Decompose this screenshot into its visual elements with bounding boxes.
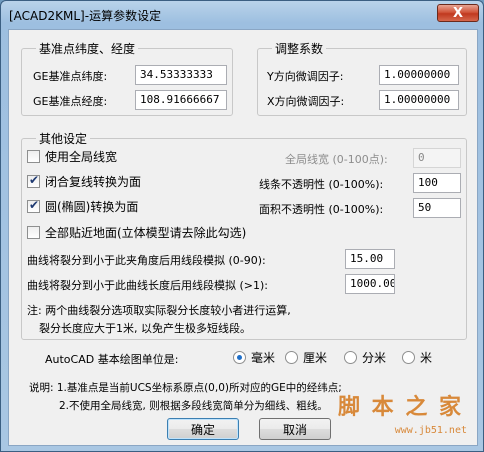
x-factor-input[interactable]: 1.00000000	[379, 90, 459, 110]
face-opacity-label: 面积不透明性 (0-100%):	[259, 203, 384, 216]
radio-dot	[344, 351, 357, 364]
use-global-width-checkbox[interactable]: 使用全局线宽	[27, 148, 117, 165]
line-opacity-input[interactable]: 100	[413, 173, 461, 193]
unit-radio-label: 毫米	[251, 351, 276, 365]
circle-to-face-label: 圆(椭圆)转换为面	[45, 200, 139, 214]
window-title: [ACAD2KML]-运算参数设定	[9, 9, 162, 23]
face-opacity-input[interactable]: 50	[413, 198, 461, 218]
line-opacity-label: 线条不透明性 (0-100%):	[259, 178, 384, 191]
ok-button[interactable]: 确定	[167, 418, 239, 440]
closed-polyline-label: 闭合复线转换为面	[45, 175, 142, 189]
checkbox-box: ✔	[27, 198, 40, 213]
close-button[interactable]: X	[437, 4, 479, 22]
cancel-button[interactable]: 取消	[259, 418, 331, 440]
radio-dot	[285, 351, 298, 364]
clamp-ground-label: 全部贴近地面(立体模型请去除此勾选)	[45, 226, 247, 240]
unit-radio-dm[interactable]: 分米	[344, 349, 386, 366]
unit-radio-label: 米	[420, 351, 433, 365]
dialog-body: 基准点纬度、经度 GE基准点纬度: 34.53333333 GE基准点经度: 1…	[8, 29, 478, 446]
global-width-input[interactable]: 0	[413, 148, 461, 168]
unit-radio-label: 厘米	[303, 351, 328, 365]
clamp-ground-checkbox[interactable]: 全部贴近地面(立体模型请去除此勾选)	[27, 224, 246, 241]
unit-radio-mm[interactable]: 毫米	[233, 349, 275, 366]
notes-line-2: 2.不使用全局线宽, 则根据多段线宽简单分为细线、粗线。	[59, 400, 328, 412]
angle-label: 曲线将裂分到小于此夹角度后用线段模拟 (0-90):	[27, 254, 266, 267]
lat-input[interactable]: 34.53333333	[135, 65, 227, 85]
close-icon: X	[452, 5, 464, 21]
checkbox-box	[27, 226, 40, 239]
use-global-width-label: 使用全局线宽	[45, 150, 118, 164]
check-mark-icon: ✔	[29, 198, 40, 212]
radio-dot	[402, 351, 415, 364]
title-bar[interactable]: [ACAD2KML]-运算参数设定 X	[1, 1, 484, 29]
radio-dot	[233, 351, 246, 364]
base-point-legend: 基准点纬度、经度	[39, 42, 136, 56]
checkbox-box	[27, 150, 40, 163]
note-line-1: 注: 两个曲线裂分选项取实际裂分长度较小者进行运算,	[27, 304, 291, 317]
checkbox-box: ✔	[27, 173, 40, 188]
unit-radio-m[interactable]: 米	[402, 349, 432, 366]
unit-radio-cm[interactable]: 厘米	[285, 349, 327, 366]
x-factor-label: X方向微调因子:	[267, 95, 345, 108]
length-label: 曲线将裂分到小于此曲线长度后用线段模拟 (>1):	[27, 279, 268, 292]
check-mark-icon: ✔	[29, 173, 40, 187]
y-factor-input[interactable]: 1.00000000	[379, 65, 459, 85]
closed-polyline-checkbox[interactable]: ✔ 闭合复线转换为面	[27, 173, 141, 190]
radio-selected-icon	[237, 355, 242, 360]
lat-label: GE基准点纬度:	[33, 70, 108, 83]
circle-to-face-checkbox[interactable]: ✔ 圆(椭圆)转换为面	[27, 198, 138, 215]
notes-line-1: 说明: 1.基准点是当前UCS坐标系原点(0,0)所对应的GE中的经纬点;	[29, 382, 342, 394]
y-factor-label: Y方向微调因子:	[267, 70, 344, 83]
length-input[interactable]: 1000.00	[345, 274, 395, 294]
global-width-label: 全局线宽 (0-100点):	[285, 153, 388, 166]
adjust-legend: 调整系数	[275, 42, 324, 56]
angle-input[interactable]: 15.00	[345, 249, 395, 269]
watermark-url: www.jb51.net	[394, 425, 467, 436]
units-label: AutoCAD 基本绘图单位是:	[45, 353, 179, 366]
note-line-2: 裂分长度应大于1米, 以免产生极多短线段。	[39, 322, 251, 335]
watermark-text: 脚 本 之 家	[338, 395, 463, 420]
unit-radio-label: 分米	[362, 351, 387, 365]
lon-label: GE基准点经度:	[33, 95, 108, 108]
dialog-window: [ACAD2KML]-运算参数设定 X 基准点纬度、经度 GE基准点纬度: 34…	[0, 0, 484, 452]
other-settings-legend: 其他设定	[39, 132, 88, 146]
lon-input[interactable]: 108.91666667	[135, 90, 227, 110]
